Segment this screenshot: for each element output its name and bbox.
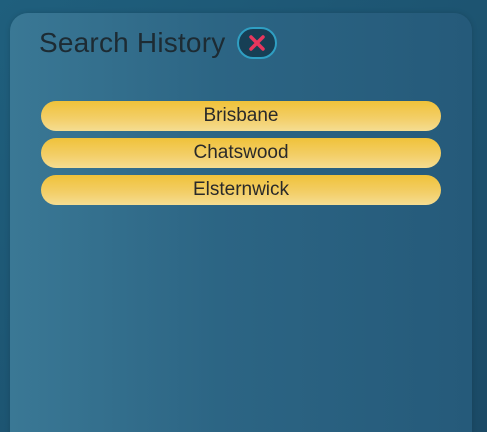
history-list: Brisbane Chatswood Elsternwick <box>41 101 441 205</box>
search-history-panel: Search History Brisbane Chatswood Elster… <box>10 13 472 432</box>
close-x-icon <box>249 35 266 51</box>
history-item-chatswood[interactable]: Chatswood <box>41 138 441 168</box>
history-item-brisbane[interactable]: Brisbane <box>41 101 441 131</box>
panel-title: Search History <box>39 27 226 58</box>
close-button[interactable] <box>237 27 278 59</box>
history-item-elsternwick[interactable]: Elsternwick <box>41 175 441 205</box>
panel-header: Search History <box>39 25 278 61</box>
